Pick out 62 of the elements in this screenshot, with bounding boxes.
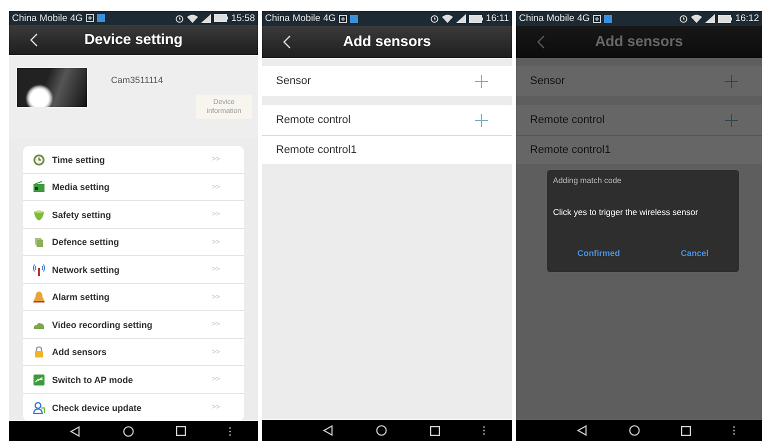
more-icon[interactable] <box>228 426 231 436</box>
back-icon[interactable] <box>29 33 39 48</box>
signal-icon <box>456 14 466 23</box>
sim-icon <box>592 14 601 22</box>
camera-photo-placeholder <box>17 68 87 108</box>
wifi-icon <box>442 14 453 23</box>
carrier-text: China Mobile 4G <box>265 13 336 24</box>
back-icon[interactable] <box>70 426 80 437</box>
dialog-message: Click yes to trigger the wireless sensor <box>552 206 700 217</box>
signal-icon <box>201 14 212 23</box>
home-icon[interactable] <box>376 425 388 436</box>
sensor-group-row[interactable]: Remote control <box>262 105 512 135</box>
battery-icon <box>468 14 483 22</box>
recent-apps-icon[interactable] <box>176 426 186 436</box>
shield-icon <box>33 208 45 220</box>
sim-icon <box>338 14 347 22</box>
sensor-item[interactable]: Remote control1 <box>262 135 512 164</box>
more-icon[interactable] <box>733 426 736 435</box>
clock-text: 15:58 <box>231 12 255 24</box>
clock-text: 16:11 <box>486 13 509 24</box>
alarm-icon <box>430 14 439 23</box>
carrier-text: China Mobile 4G <box>12 12 83 24</box>
notification-icon <box>350 14 358 22</box>
battery-icon <box>718 14 732 22</box>
clock-icon <box>33 154 45 166</box>
dialog-button[interactable]: Cancel <box>672 246 717 260</box>
battery-icon <box>214 14 228 22</box>
wifi-icon <box>691 14 702 23</box>
group-label: Sensor <box>530 75 566 87</box>
lock-icon <box>33 346 45 358</box>
dialog-button[interactable]: Confirmed <box>569 246 628 260</box>
clock-text: 16:12 <box>735 13 759 24</box>
alarm-icon <box>679 14 688 23</box>
antenna-icon <box>33 264 45 276</box>
home-icon[interactable] <box>122 426 134 437</box>
person-icon <box>33 402 45 414</box>
notification-icon <box>96 14 105 22</box>
back-icon[interactable] <box>323 425 334 436</box>
recent-apps-icon[interactable] <box>681 426 692 436</box>
sim-icon <box>86 14 94 22</box>
back-icon[interactable] <box>576 425 587 436</box>
wifi-icon <box>187 14 198 23</box>
screen-title: Add sensors <box>342 34 432 50</box>
device-name: Cam3511114 <box>111 75 164 86</box>
group-label: Remote control <box>530 114 606 126</box>
group-label: Remote control <box>276 114 352 126</box>
notification-icon <box>604 14 612 22</box>
bell-icon <box>33 291 45 303</box>
home-icon[interactable] <box>628 425 640 436</box>
switch-icon <box>33 374 45 386</box>
alarm-icon <box>175 14 184 23</box>
back-icon[interactable] <box>282 35 292 49</box>
dialog-title: Adding match code <box>552 175 622 185</box>
radio-icon <box>33 181 45 193</box>
recent-apps-icon[interactable] <box>430 426 440 436</box>
screen-title: Add sensors <box>594 34 684 50</box>
more-icon[interactable] <box>482 426 485 435</box>
signal-icon <box>705 14 716 23</box>
screen-title: Device setting <box>83 32 184 48</box>
carrier-text: China Mobile 4G <box>519 13 590 24</box>
sensor-group-row[interactable]: Sensor <box>262 66 512 96</box>
group-label: Sensor <box>276 75 312 87</box>
